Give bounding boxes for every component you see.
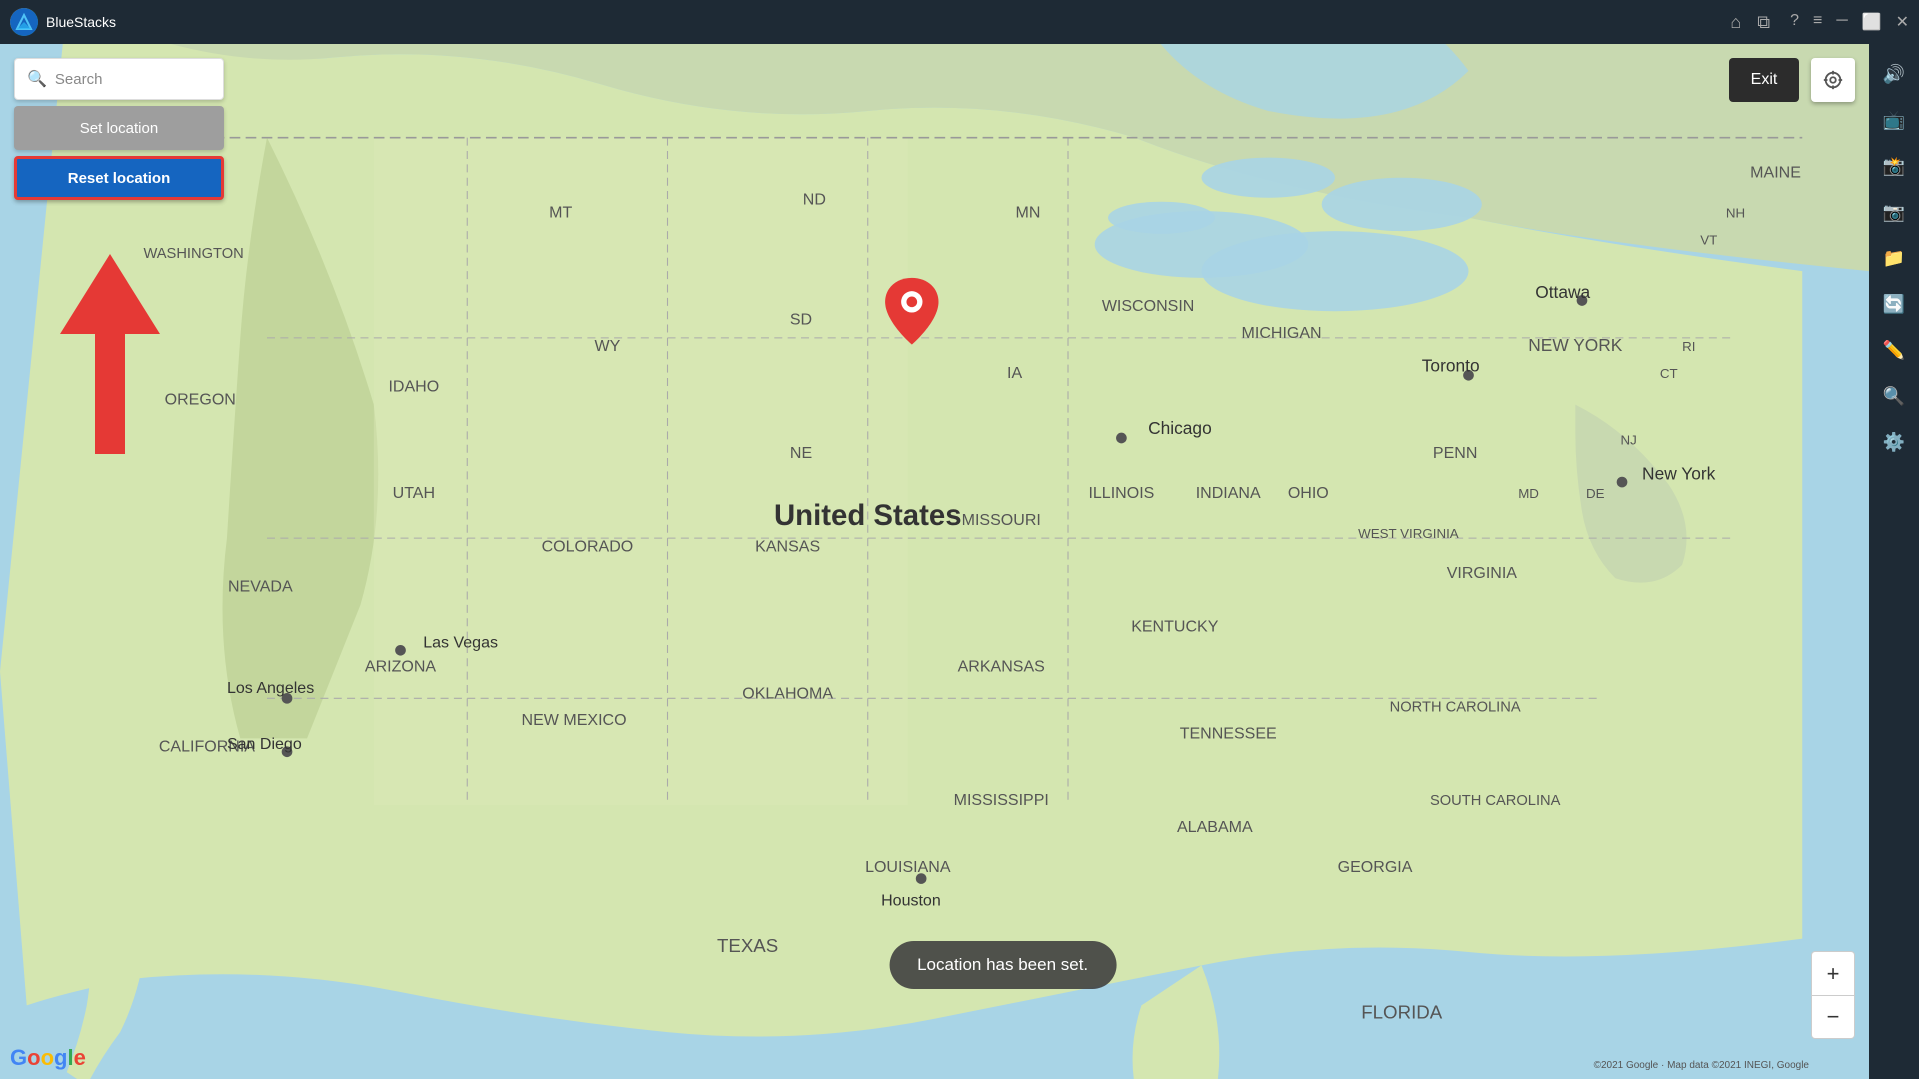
svg-text:Toronto: Toronto	[1422, 355, 1480, 375]
svg-text:MD: MD	[1518, 486, 1539, 501]
app-title: BlueStacks	[46, 14, 1730, 30]
nav-icons: ⌂ ⧉	[1730, 12, 1770, 33]
svg-text:NJ: NJ	[1621, 433, 1637, 448]
svg-text:INDIANA: INDIANA	[1196, 484, 1261, 502]
sidebar-icon-display[interactable]: 📺	[1874, 100, 1914, 140]
svg-text:MISSOURI: MISSOURI	[962, 511, 1041, 529]
titlebar: BlueStacks ⌂ ⧉ ? ≡ ─ ⬜ ✕	[0, 0, 1919, 44]
svg-text:Los Angeles: Los Angeles	[227, 679, 314, 697]
svg-text:WY: WY	[595, 337, 621, 355]
search-box[interactable]: 🔍 Search	[14, 58, 224, 100]
svg-text:FLORIDA: FLORIDA	[1361, 1002, 1443, 1023]
svg-text:ARKANSAS: ARKANSAS	[958, 658, 1045, 676]
toast-message: Location has been set.	[889, 941, 1116, 989]
sidebar-icon-volume[interactable]: 🔊	[1874, 54, 1914, 94]
svg-text:ILLINOIS: ILLINOIS	[1088, 484, 1154, 502]
svg-text:NEW MEXICO: NEW MEXICO	[522, 711, 627, 729]
svg-text:NE: NE	[790, 444, 812, 462]
window-controls: ? ≡ ─ ⬜ ✕	[1790, 12, 1909, 32]
svg-text:San Diego: San Diego	[227, 735, 302, 753]
svg-text:CT: CT	[1660, 366, 1678, 381]
svg-text:TENNESSEE: TENNESSEE	[1180, 724, 1277, 742]
svg-text:GEORGIA: GEORGIA	[1338, 858, 1413, 876]
svg-text:United States: United States	[774, 499, 962, 532]
menu-icon[interactable]: ≡	[1813, 12, 1822, 32]
zoom-controls: + −	[1811, 951, 1855, 1039]
sidebar-icon-rotate[interactable]: 🔄	[1874, 284, 1914, 324]
sidebar-icon-search[interactable]: 🔍	[1874, 376, 1914, 416]
svg-text:Chicago: Chicago	[1148, 418, 1212, 438]
svg-text:WISCONSIN: WISCONSIN	[1102, 297, 1195, 315]
svg-text:ARIZONA: ARIZONA	[365, 658, 437, 676]
svg-text:MICHIGAN: MICHIGAN	[1242, 324, 1322, 342]
map-attribution: ©2021 Google · Map data ©2021 INEGI, Goo…	[1594, 1060, 1809, 1071]
zoom-out-button[interactable]: −	[1811, 995, 1855, 1039]
svg-text:MAINE: MAINE	[1750, 164, 1801, 182]
svg-text:ND: ND	[803, 190, 826, 208]
svg-text:DE: DE	[1586, 486, 1605, 501]
svg-text:COLORADO: COLORADO	[542, 537, 634, 555]
svg-text:MT: MT	[549, 204, 572, 222]
svg-text:KENTUCKY: KENTUCKY	[1131, 618, 1219, 636]
svg-text:PENN: PENN	[1433, 444, 1478, 462]
main-area: ONTARIO QUEBEC WASHINGTON OREGON IDAHO N…	[0, 44, 1919, 1079]
svg-text:New York: New York	[1642, 463, 1716, 483]
svg-text:NORTH CAROLINA: NORTH CAROLINA	[1390, 700, 1521, 716]
google-logo: Google	[10, 1045, 86, 1071]
svg-text:SOUTH CAROLINA: SOUTH CAROLINA	[1430, 793, 1561, 809]
sidebar-icon-photo[interactable]: 📷	[1874, 192, 1914, 232]
svg-text:VT: VT	[1700, 232, 1717, 247]
svg-text:KANSAS: KANSAS	[755, 537, 820, 555]
search-placeholder: Search	[55, 71, 103, 88]
close-icon[interactable]: ✕	[1896, 12, 1909, 32]
left-panel: 🔍 Search Set location Reset location	[14, 58, 224, 200]
minimize-icon[interactable]: ─	[1836, 12, 1847, 32]
svg-text:MISSISSIPPI: MISSISSIPPI	[954, 791, 1049, 809]
svg-text:Ottawa: Ottawa	[1535, 282, 1590, 302]
svg-text:WEST VIRGINIA: WEST VIRGINIA	[1358, 526, 1459, 541]
svg-text:NH: NH	[1726, 206, 1745, 221]
svg-text:IDAHO: IDAHO	[388, 377, 439, 395]
right-sidebar: 🔊 📺 📸 📷 📁 🔄 ✏️ 🔍 ⚙️	[1869, 44, 1919, 1079]
svg-text:OKLAHOMA: OKLAHOMA	[742, 684, 833, 702]
svg-text:OHIO: OHIO	[1288, 484, 1329, 502]
sidebar-icon-edit[interactable]: ✏️	[1874, 330, 1914, 370]
sidebar-icon-files[interactable]: 📁	[1874, 238, 1914, 278]
svg-text:Houston: Houston	[881, 891, 941, 909]
svg-text:MN: MN	[1015, 204, 1040, 222]
sidebar-icon-settings[interactable]: ⚙️	[1874, 422, 1914, 462]
app-logo	[10, 8, 38, 36]
svg-text:VIRGINIA: VIRGINIA	[1447, 564, 1518, 582]
window-icon[interactable]: ⧉	[1757, 12, 1770, 33]
locate-button[interactable]	[1811, 58, 1855, 102]
home-icon[interactable]: ⌂	[1730, 12, 1741, 33]
svg-text:LOUISIANA: LOUISIANA	[865, 858, 951, 876]
svg-text:TEXAS: TEXAS	[717, 935, 778, 956]
help-icon[interactable]: ?	[1790, 12, 1799, 32]
svg-text:SD: SD	[790, 311, 812, 329]
svg-text:OREGON: OREGON	[165, 391, 236, 409]
svg-text:NEW YORK: NEW YORK	[1528, 335, 1623, 355]
maximize-icon[interactable]: ⬜	[1862, 12, 1882, 32]
svg-text:Las Vegas: Las Vegas	[423, 634, 498, 652]
svg-text:RI: RI	[1682, 339, 1695, 354]
zoom-in-button[interactable]: +	[1811, 951, 1855, 995]
search-icon: 🔍	[27, 69, 47, 89]
svg-text:IA: IA	[1007, 364, 1022, 382]
reset-location-button[interactable]: Reset location	[14, 156, 224, 200]
svg-text:NEVADA: NEVADA	[228, 578, 293, 596]
red-arrow	[60, 254, 160, 454]
svg-text:ALABAMA: ALABAMA	[1177, 818, 1253, 836]
svg-text:UTAH: UTAH	[393, 484, 435, 502]
map-area[interactable]: ONTARIO QUEBEC WASHINGTON OREGON IDAHO N…	[0, 44, 1869, 1079]
sidebar-icon-camera[interactable]: 📸	[1874, 146, 1914, 186]
exit-button[interactable]: Exit	[1729, 58, 1799, 102]
set-location-button[interactable]: Set location	[14, 106, 224, 150]
